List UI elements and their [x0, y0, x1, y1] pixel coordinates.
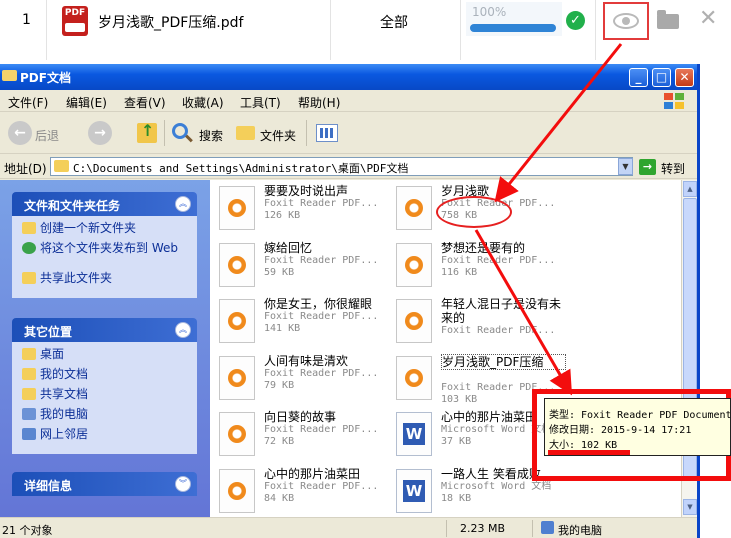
annotation-arrow-2 — [474, 229, 573, 396]
annotation-arrow-1 — [494, 43, 623, 203]
annotation-arrows — [474, 43, 623, 396]
